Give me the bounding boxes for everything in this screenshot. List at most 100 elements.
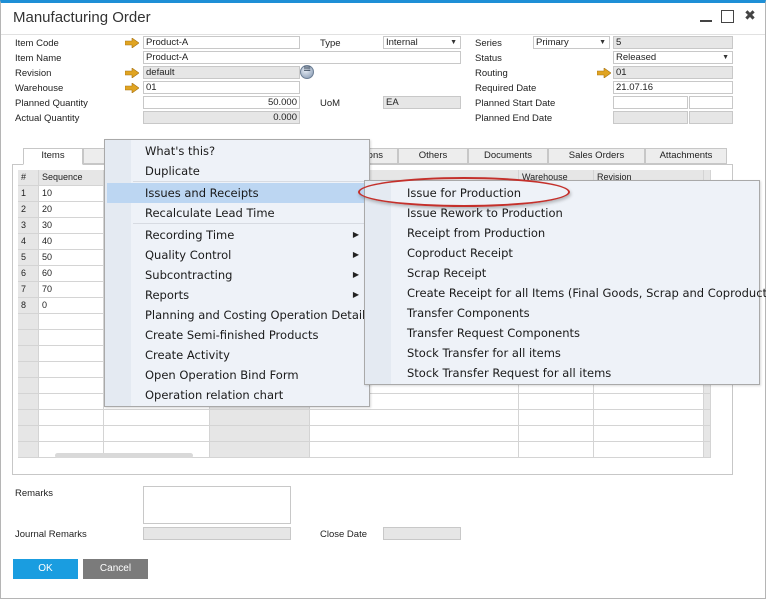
- grid-cell[interactable]: [704, 410, 711, 426]
- grid-cell[interactable]: [519, 410, 594, 426]
- status-dropdown[interactable]: Released: [613, 51, 733, 64]
- grid-cell[interactable]: [104, 410, 210, 426]
- planned-quantity-field[interactable]: 50.000: [143, 96, 300, 109]
- maximize-icon[interactable]: [719, 8, 735, 24]
- grid-cell-sequence[interactable]: 10: [39, 186, 104, 202]
- menu-item-operation-relation-chart[interactable]: Operation relation chart: [107, 385, 367, 405]
- menu-item-subcontracting[interactable]: Subcontracting ▶: [107, 265, 367, 285]
- grid-cell-sequence[interactable]: [39, 330, 104, 346]
- submenu-item-create-receipt-for-all-items-final-goods-scrap-and-coproducts[interactable]: Create Receipt for all Items (Final Good…: [367, 283, 766, 303]
- menu-item-reports[interactable]: Reports ▶: [107, 285, 367, 305]
- grid-cell[interactable]: [594, 410, 704, 426]
- grid-cell[interactable]: [704, 394, 711, 410]
- warehouse-field[interactable]: 01: [143, 81, 300, 94]
- grid-cell[interactable]: [210, 426, 310, 442]
- planned-start-time-field[interactable]: [689, 96, 733, 109]
- grid-cell[interactable]: [310, 410, 519, 426]
- choose-from-list-icon[interactable]: [300, 64, 314, 79]
- tab-items[interactable]: Items: [23, 148, 83, 165]
- grid-row-number[interactable]: [18, 426, 39, 442]
- grid-cell-sequence[interactable]: [39, 378, 104, 394]
- type-dropdown[interactable]: Internal: [383, 36, 461, 49]
- submenu-item-stock-transfer-for-all-items[interactable]: Stock Transfer for all items: [367, 343, 757, 363]
- menu-item-duplicate[interactable]: Duplicate: [107, 161, 367, 181]
- grid-cell-sequence[interactable]: [39, 410, 104, 426]
- grid-cell-sequence[interactable]: 20: [39, 202, 104, 218]
- submenu-item-issue-rework-to-production[interactable]: Issue Rework to Production: [367, 203, 757, 223]
- submenu-item-issue-for-production[interactable]: Issue for Production: [367, 183, 757, 203]
- grid-cell[interactable]: [210, 410, 310, 426]
- grid-cell-sequence[interactable]: [39, 426, 104, 442]
- grid-cell-sequence[interactable]: [39, 314, 104, 330]
- remarks-textarea[interactable]: [143, 486, 291, 524]
- menu-item-create-semi-finished-products[interactable]: Create Semi-finished Products: [107, 325, 367, 345]
- grid-cell[interactable]: [210, 442, 310, 458]
- submenu-item-transfer-request-components[interactable]: Transfer Request Components: [367, 323, 757, 343]
- required-date-field[interactable]: 21.07.16: [613, 81, 733, 94]
- tab-attachments[interactable]: Attachments: [645, 148, 727, 164]
- menu-item-what-s-this[interactable]: What's this?: [107, 141, 367, 161]
- grid-row-number[interactable]: 8: [18, 298, 39, 314]
- ok-button[interactable]: OK: [13, 559, 78, 579]
- menu-item-open-operation-bind-form[interactable]: Open Operation Bind Form: [107, 365, 367, 385]
- horizontal-scrollbar[interactable]: [55, 453, 193, 458]
- grid-cell[interactable]: [594, 426, 704, 442]
- series-dropdown[interactable]: Primary: [533, 36, 610, 49]
- revision-field[interactable]: default: [143, 66, 300, 79]
- grid-cell[interactable]: [519, 394, 594, 410]
- grid-row-number[interactable]: 3: [18, 218, 39, 234]
- tab-documents[interactable]: Documents: [468, 148, 548, 164]
- submenu-item-coproduct-receipt[interactable]: Coproduct Receipt: [367, 243, 757, 263]
- menu-item-recalculate-lead-time[interactable]: Recalculate Lead Time: [107, 203, 367, 223]
- grid-cell[interactable]: [104, 426, 210, 442]
- grid-row-number[interactable]: [18, 442, 39, 458]
- planned-start-date-field[interactable]: [613, 96, 688, 109]
- menu-item-create-activity[interactable]: Create Activity: [107, 345, 367, 365]
- link-arrow-icon[interactable]: [597, 68, 611, 78]
- grid-column-header[interactable]: Sequence: [39, 170, 104, 186]
- menu-item-recording-time[interactable]: Recording Time ▶: [107, 225, 367, 245]
- tab-sales-orders[interactable]: Sales Orders: [548, 148, 645, 164]
- grid-row-number[interactable]: [18, 330, 39, 346]
- grid-column-header[interactable]: #: [18, 170, 39, 186]
- grid-row-number[interactable]: 5: [18, 250, 39, 266]
- grid-row-number[interactable]: [18, 410, 39, 426]
- menu-item-quality-control[interactable]: Quality Control ▶: [107, 245, 367, 265]
- item-name-field[interactable]: Product-A: [143, 51, 461, 64]
- grid-row-number[interactable]: 2: [18, 202, 39, 218]
- grid-cell-sequence[interactable]: 40: [39, 234, 104, 250]
- menu-item-planning-and-costing-operation-details[interactable]: Planning and Costing Operation Details: [107, 305, 371, 325]
- minimize-icon[interactable]: [698, 8, 714, 24]
- submenu-item-stock-transfer-request-for-all-items[interactable]: Stock Transfer Request for all items: [367, 363, 757, 383]
- grid-cell-sequence[interactable]: [39, 362, 104, 378]
- cancel-button[interactable]: Cancel: [83, 559, 148, 579]
- grid-cell-sequence[interactable]: [39, 346, 104, 362]
- grid-row-number[interactable]: [18, 346, 39, 362]
- link-arrow-icon[interactable]: [125, 83, 139, 93]
- grid-cell[interactable]: [594, 442, 704, 458]
- grid-cell-sequence[interactable]: 0: [39, 298, 104, 314]
- grid-cell[interactable]: [310, 442, 519, 458]
- grid-cell[interactable]: [594, 394, 704, 410]
- close-icon[interactable]: ✖: [742, 8, 758, 24]
- tab-others[interactable]: Others: [398, 148, 468, 164]
- grid-row-number[interactable]: 4: [18, 234, 39, 250]
- link-arrow-icon[interactable]: [125, 68, 139, 78]
- grid-cell[interactable]: [519, 442, 594, 458]
- menu-item-issues-and-receipts[interactable]: Issues and Receipts: [107, 183, 367, 203]
- grid-cell-sequence[interactable]: 60: [39, 266, 104, 282]
- grid-cell[interactable]: [704, 442, 711, 458]
- grid-row-number[interactable]: 7: [18, 282, 39, 298]
- grid-cell[interactable]: [310, 426, 519, 442]
- grid-row-number[interactable]: [18, 314, 39, 330]
- item-code-field[interactable]: Product-A: [143, 36, 300, 49]
- grid-cell-sequence[interactable]: 50: [39, 250, 104, 266]
- grid-row-number[interactable]: [18, 362, 39, 378]
- submenu-item-receipt-from-production[interactable]: Receipt from Production: [367, 223, 757, 243]
- grid-cell-sequence[interactable]: [39, 394, 104, 410]
- grid-cell-sequence[interactable]: 30: [39, 218, 104, 234]
- submenu-item-scrap-receipt[interactable]: Scrap Receipt: [367, 263, 757, 283]
- grid-row-number[interactable]: [18, 378, 39, 394]
- grid-row-number[interactable]: 1: [18, 186, 39, 202]
- grid-row-number[interactable]: 6: [18, 266, 39, 282]
